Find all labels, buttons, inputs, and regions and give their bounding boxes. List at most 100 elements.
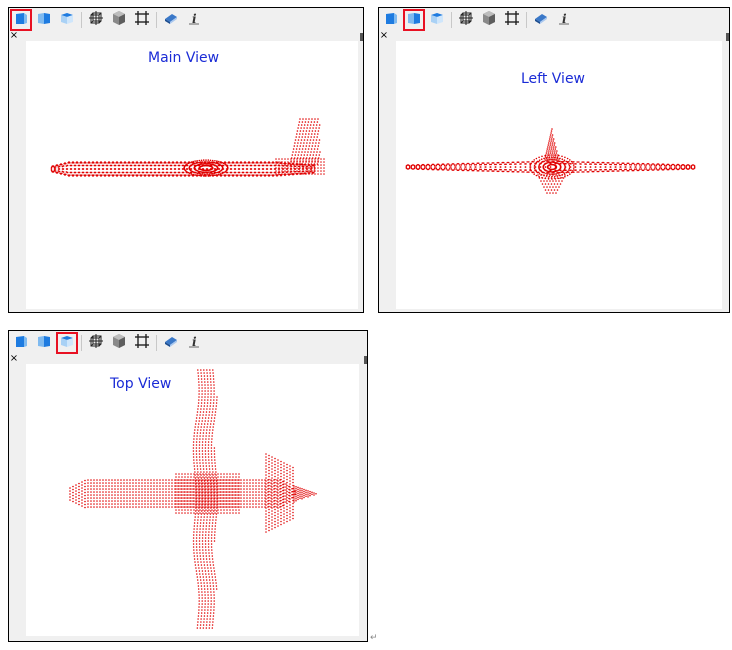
point (302, 118, 304, 120)
solid-shading-button[interactable] (110, 334, 128, 352)
point (540, 162, 543, 164)
close-icon[interactable]: × (9, 354, 19, 364)
point (295, 491, 297, 494)
info-button[interactable]: i (555, 11, 573, 29)
eraser-button[interactable] (532, 11, 550, 29)
point (209, 612, 212, 614)
point (265, 504, 267, 506)
point (655, 168, 658, 170)
point (470, 166, 472, 168)
point (531, 160, 534, 163)
point (223, 491, 225, 493)
point (84, 503, 86, 506)
point (153, 497, 155, 499)
point (243, 497, 245, 499)
point (92, 162, 95, 164)
point (549, 180, 551, 182)
point (193, 482, 195, 484)
point (284, 162, 287, 165)
top-view-cube-button[interactable] (58, 11, 76, 29)
point (215, 162, 217, 164)
point (570, 169, 572, 171)
close-icon[interactable]: × (379, 31, 389, 41)
splitter-handle[interactable] (364, 356, 367, 364)
point (550, 130, 553, 132)
point (471, 162, 474, 165)
top-view-cube-button[interactable] (428, 11, 446, 29)
side-view-cube-button[interactable] (403, 9, 425, 31)
point (275, 161, 277, 163)
point (208, 525, 211, 527)
point (640, 168, 643, 170)
point (561, 180, 563, 182)
point (132, 479, 134, 481)
point (114, 497, 116, 499)
eraser-button[interactable] (162, 334, 180, 352)
point (203, 582, 205, 584)
point (572, 168, 575, 170)
viewport-top[interactable]: Top View (26, 364, 359, 636)
point (283, 507, 285, 509)
point (546, 148, 549, 150)
side-view-cube-button[interactable] (35, 11, 53, 29)
point (198, 174, 201, 177)
point (238, 168, 241, 170)
point (195, 420, 197, 422)
point (653, 164, 656, 166)
point (286, 487, 288, 490)
point (150, 485, 152, 487)
point (217, 509, 219, 511)
point (196, 160, 198, 162)
splitter-handle[interactable] (726, 33, 729, 41)
point (290, 167, 292, 169)
point (268, 487, 270, 490)
wireframe-button[interactable] (87, 334, 105, 352)
point (312, 154, 315, 156)
eraser-button[interactable] (162, 11, 180, 29)
front-view-cube-button[interactable] (382, 11, 400, 29)
point (296, 167, 298, 169)
point (112, 162, 115, 164)
point (298, 165, 301, 168)
point (420, 167, 423, 170)
point (596, 170, 599, 173)
point (189, 161, 191, 164)
point (551, 161, 553, 163)
splitter-handle[interactable] (360, 33, 363, 41)
point (525, 169, 527, 171)
point (278, 173, 280, 175)
point (625, 168, 627, 171)
point (144, 479, 146, 481)
grid-frame-button[interactable] (133, 334, 151, 352)
info-button[interactable]: i (185, 11, 203, 29)
front-view-cube-button[interactable] (12, 334, 30, 352)
point (192, 450, 195, 452)
point (93, 503, 95, 505)
point (311, 133, 313, 135)
wireframe-button[interactable] (87, 11, 105, 29)
point (292, 511, 294, 514)
grid-frame-button[interactable] (503, 11, 521, 29)
viewport-main[interactable]: Main View (26, 41, 358, 309)
solid-shading-button[interactable] (480, 11, 498, 29)
grid-frame-button[interactable] (133, 11, 151, 29)
point (199, 494, 201, 496)
point (196, 479, 198, 481)
point (283, 465, 285, 467)
solid-shading-button[interactable] (110, 11, 128, 29)
front-view-cube-button[interactable] (10, 9, 32, 31)
point (217, 500, 219, 502)
point (190, 500, 192, 502)
point (265, 453, 267, 455)
point (180, 162, 183, 164)
viewport-left[interactable]: Left View (396, 41, 722, 309)
info-button[interactable]: i (185, 334, 203, 352)
point (66, 164, 69, 167)
close-icon[interactable]: × (9, 31, 19, 41)
wireframe-button[interactable] (457, 11, 475, 29)
point (564, 174, 566, 176)
point (117, 485, 119, 487)
point (277, 477, 279, 479)
side-view-cube-button[interactable] (35, 334, 53, 352)
top-view-cube-button[interactable] (56, 332, 78, 354)
